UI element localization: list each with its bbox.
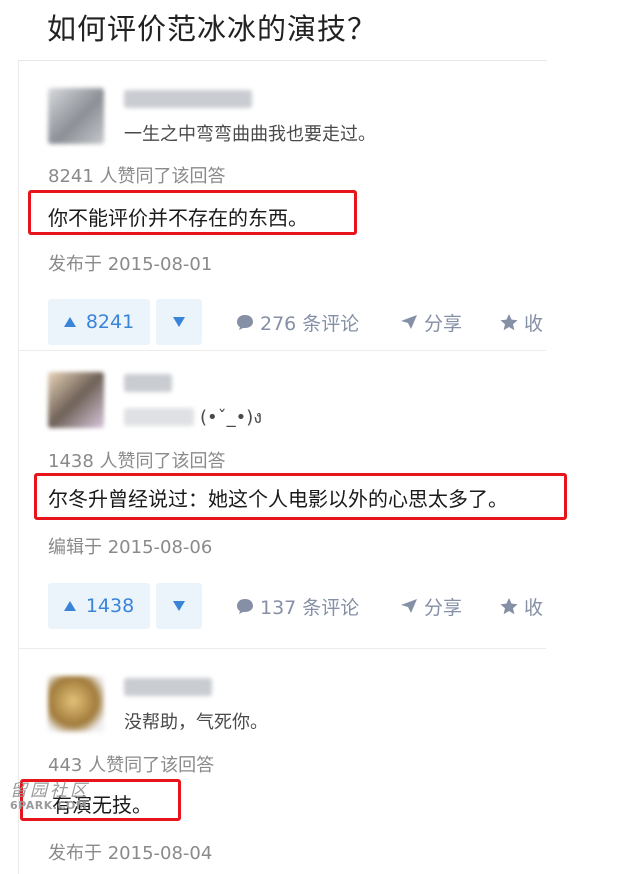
upvote-triangle-icon: [63, 317, 76, 327]
downvote-button[interactable]: [156, 299, 202, 345]
author-bio: 没帮助，气死你。: [124, 712, 268, 733]
comment-count: 137 条评论: [260, 596, 360, 619]
collect-button[interactable]: 收: [500, 583, 543, 629]
vote-count-text: 1438 人赞同了该回答: [48, 451, 226, 472]
upvote-button[interactable]: 8241: [48, 299, 150, 345]
share-label: 分享: [424, 596, 463, 619]
share-plane-icon: [401, 315, 417, 329]
comment-button[interactable]: 137 条评论: [236, 583, 359, 629]
author-bio-blur: [124, 408, 194, 426]
answer-date[interactable]: 发布于 2015-08-04: [48, 839, 212, 865]
watermark-en: 6PARK.COM: [10, 799, 88, 812]
watermark: 留园社区 6PARK.COM: [10, 776, 90, 812]
author-bio: (•ˇ_•)ง: [200, 407, 263, 428]
upvote-count: 8241: [85, 311, 135, 333]
answer-divider: [18, 350, 546, 351]
answer-date[interactable]: 发布于 2015-08-01: [48, 250, 212, 276]
comment-bubble-icon: [237, 598, 253, 614]
star-icon: [500, 597, 518, 614]
content-highlight-box: [28, 190, 357, 235]
vote-count-text: 443 人赞同了该回答: [48, 755, 215, 776]
downvote-triangle-icon: [173, 317, 185, 327]
comment-count: 276 条评论: [260, 312, 360, 335]
answer-date[interactable]: 编辑于 2015-08-06: [48, 533, 212, 559]
share-button[interactable]: 分享: [400, 299, 462, 345]
star-icon: [500, 313, 518, 330]
share-button[interactable]: 分享: [400, 583, 462, 629]
author-name[interactable]: [124, 374, 172, 392]
watermark-cn: 留园社区: [10, 781, 90, 801]
answer-divider: [18, 648, 546, 649]
comment-button[interactable]: 276 条评论: [236, 299, 359, 345]
downvote-button[interactable]: [156, 583, 202, 629]
vote-count-text: 8241 人赞同了该回答: [48, 166, 226, 187]
answer-actions: 1438 137 条评论 分享 收: [48, 583, 548, 631]
author-name[interactable]: [124, 90, 252, 108]
upvote-count: 1438: [85, 595, 135, 617]
author-bio: 一生之中弯弯曲曲我也要走过。: [124, 124, 376, 145]
upvote-button[interactable]: 1438: [48, 583, 150, 629]
share-label: 分享: [424, 312, 463, 335]
avatar[interactable]: [48, 88, 104, 144]
comment-bubble-icon: [237, 314, 253, 330]
avatar[interactable]: [48, 372, 104, 428]
collect-button[interactable]: 收: [500, 299, 543, 345]
collect-label: 收: [524, 596, 544, 619]
collect-label: 收: [524, 312, 544, 335]
upvote-triangle-icon: [63, 601, 76, 611]
downvote-triangle-icon: [173, 601, 185, 611]
answer-actions: 8241 276 条评论 分享 收: [48, 299, 548, 347]
avatar[interactable]: [48, 676, 104, 732]
question-title: 如何评价范冰冰的演技？: [47, 12, 378, 46]
share-plane-icon: [401, 599, 417, 613]
author-name[interactable]: [124, 678, 212, 696]
content-highlight-box: [34, 473, 567, 520]
